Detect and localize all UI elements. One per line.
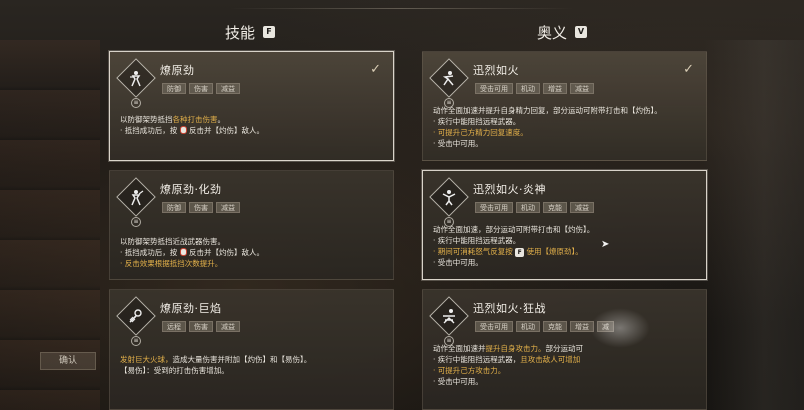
berserk-dash-icon bbox=[435, 302, 463, 330]
mystery-tag: 机动 bbox=[516, 321, 540, 332]
description-line: · 受击中可用。 bbox=[433, 258, 483, 267]
mystery-tags: 受击可用 机动 增益 减益 bbox=[475, 83, 594, 94]
skill-tags: 防御 伤害 减益 bbox=[162, 83, 240, 94]
skill-tag: 远程 bbox=[162, 321, 186, 332]
mystery-tag: 减益 bbox=[570, 83, 594, 94]
mysteries-key-hint: V bbox=[575, 26, 588, 38]
mouse-cursor-icon: ➤ bbox=[601, 239, 610, 250]
skill-description: 以防御架势抵挡近战武器伤害。 · 抵挡成功后，按 反击并【灼伤】敌人。 · 反击… bbox=[120, 236, 385, 269]
skill-tag: 防御 bbox=[162, 83, 186, 94]
skill-description: 以防御架势抵挡各种打击伤害。 · 抵挡成功后，按 反击并【灼伤】敌人。 bbox=[120, 114, 385, 136]
description-line: 动作全面加速并提升自身攻击力。部分运动可 bbox=[433, 344, 583, 353]
description-line: · 期间可消耗怒气反复按 F 使用【燎原劲】。 bbox=[433, 247, 583, 257]
skill-tags: 远程 伤害 减益 bbox=[162, 321, 240, 332]
skills-title: 技能 bbox=[225, 23, 256, 42]
description-line: · 受击中可用。 bbox=[433, 377, 483, 386]
description-line: · 抵挡成功后，按 反击并【灼伤】敌人。 bbox=[120, 248, 265, 257]
mystery-tag: 受击可用 bbox=[475, 83, 513, 94]
skill-card-2[interactable]: ≡ 燎原劲·化劲 防御 伤害 减益 以防御架势抵挡近战武器伤害。 · 抵挡成功后… bbox=[109, 170, 394, 280]
description-line: 以防御架势抵挡各种打击伤害。 bbox=[120, 115, 225, 124]
skill-tag: 伤害 bbox=[189, 83, 213, 94]
description-line: 以防御架势抵挡近战武器伤害。 bbox=[120, 237, 225, 246]
mystery-card-1[interactable]: ≡ 迅烈如火 受击可用 机动 增益 减益 ✓ 动作全面加速并提升自身精力回复，部… bbox=[422, 51, 707, 161]
skill-name: 燎原劲·巨焰 bbox=[160, 302, 222, 315]
mouse-button-icon bbox=[179, 126, 187, 134]
description-line: · 可提升己方精力回复速度。 bbox=[433, 128, 528, 137]
mystery-description: 动作全面加速并提升自身攻击力。部分运动可 · 疾行中能阻挡远程武器，且攻击敌人可… bbox=[433, 343, 698, 387]
parry-stance-icon bbox=[122, 64, 150, 92]
mystery-tag: 增益 bbox=[543, 83, 567, 94]
description-line: · 可提升己方攻击力。 bbox=[433, 366, 506, 375]
mystery-tags: 受击可用 机动 克能 减益 bbox=[475, 202, 594, 213]
header-divider bbox=[230, 8, 574, 9]
skill-tags: 防御 伤害 减益 bbox=[162, 202, 240, 213]
skill-sub-icon: ≡ bbox=[131, 336, 141, 346]
flame-god-icon bbox=[435, 183, 463, 211]
selected-check-icon: ✓ bbox=[683, 62, 694, 77]
mystery-name: 迅烈如火·炎神 bbox=[473, 183, 546, 196]
mystery-tag: 机动 bbox=[516, 83, 540, 94]
description-line: · 抵挡成功后，按 反击并【灼伤】敌人。 bbox=[120, 126, 265, 135]
mystery-tag: 克能 bbox=[543, 321, 567, 332]
mystery-description: 动作全面加速并提升自身精力回复，部分运动可附带打击和【灼伤】。 · 疾行中能阻挡… bbox=[433, 105, 698, 149]
skill-sub-icon: ≡ bbox=[131, 98, 141, 108]
skill-name: 燎原劲·化劲 bbox=[160, 183, 222, 196]
f-key-icon: F bbox=[515, 248, 525, 257]
mystery-tag: 受击可用 bbox=[475, 202, 513, 213]
skill-tag: 防御 bbox=[162, 202, 186, 213]
skill-card-3[interactable]: ≡ 燎原劲·巨焰 远程 伤害 减益 发射巨大火球，造成大量伤害并附加【灼伤】和【… bbox=[109, 289, 394, 410]
skill-name: 燎原劲 bbox=[160, 64, 195, 77]
description-line: 【易伤】：受到的打击伤害增加。 bbox=[120, 366, 229, 375]
skill-sub-icon: ≡ bbox=[131, 217, 141, 227]
mystery-tag: 受击可用 bbox=[475, 321, 513, 332]
mystery-name: 迅烈如火·狂战 bbox=[473, 302, 546, 315]
skill-description: 发射巨大火球，造成大量伤害并附加【灼伤】和【易伤】。 【易伤】：受到的打击伤害增… bbox=[120, 354, 385, 376]
dash-stance-icon bbox=[435, 64, 463, 92]
skill-card-1[interactable]: ≡ 燎原劲 防御 伤害 减益 ✓ 以防御架势抵挡各种打击伤害。 · 抵挡成功后，… bbox=[109, 51, 394, 161]
skill-tag: 伤害 bbox=[189, 202, 213, 213]
selected-check-icon: ✓ bbox=[370, 62, 381, 77]
skill-tag: 减益 bbox=[216, 321, 240, 332]
mysteries-title: 奥义 bbox=[537, 23, 568, 42]
mystery-tag: 克能 bbox=[543, 202, 567, 213]
skills-header: 技能 F bbox=[225, 22, 276, 42]
description-line: · 疾行中能阻挡远程武器，且攻击敌人可增加 bbox=[433, 355, 581, 364]
mystery-card-2[interactable]: ≡ 迅烈如火·炎神 受击可用 机动 克能 减益 动作全面加速，部分运动可附带打击… bbox=[422, 170, 707, 280]
fireball-icon bbox=[122, 302, 150, 330]
deflect-stance-icon bbox=[122, 183, 150, 211]
description-line: · 反击效果根据抵挡次数提升。 bbox=[120, 259, 223, 268]
description-line: · 受击中可用。 bbox=[433, 139, 483, 148]
skill-tag: 减益 bbox=[216, 83, 240, 94]
mystery-tag: 机动 bbox=[516, 202, 540, 213]
mystery-card-3[interactable]: ≡ 迅烈如火·狂战 受击可用 机动 克能 增益 减 动作全面加速并提升自身攻击力… bbox=[422, 289, 707, 410]
light-glint bbox=[590, 308, 650, 348]
mysteries-header: 奥义 V bbox=[537, 22, 588, 42]
background-panel-right bbox=[704, 40, 804, 410]
mystery-name: 迅烈如火 bbox=[473, 64, 519, 77]
mystery-description: 动作全面加速，部分运动可附带打击和【灼伤】。 · 疾行中能阻挡远程武器。 · 期… bbox=[433, 224, 698, 268]
description-line: 发射巨大火球，造成大量伤害并附加【灼伤】和【易伤】。 bbox=[120, 355, 312, 364]
description-line: · 疾行中能阻挡远程武器。 bbox=[433, 117, 521, 126]
skill-tag: 减益 bbox=[216, 202, 240, 213]
side-confirm-button[interactable]: 确认 bbox=[40, 352, 96, 370]
description-line: 动作全面加速，部分运动可附带打击和【灼伤】。 bbox=[433, 225, 595, 234]
mystery-tag: 减益 bbox=[570, 202, 594, 213]
skill-tag: 伤害 bbox=[189, 321, 213, 332]
description-line: · 疾行中能阻挡远程武器。 bbox=[433, 236, 521, 245]
description-line: 动作全面加速并提升自身精力回复，部分运动可附带打击和【灼伤】。 bbox=[433, 106, 662, 115]
skills-key-hint: F bbox=[263, 26, 276, 38]
mouse-button-icon bbox=[179, 248, 187, 256]
